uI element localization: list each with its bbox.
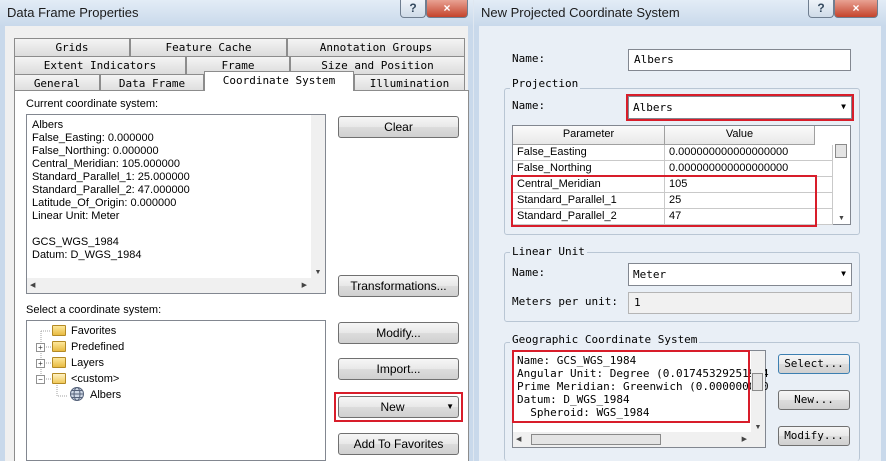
current-coordinate-system-box: Albers False_Easting: 0.000000 False_North… [26,114,326,294]
folder-icon [52,325,66,336]
clear-button[interactable]: Clear [338,116,459,138]
meters-per-unit-input[interactable]: 1 [628,292,852,314]
vertical-scrollbar[interactable]: ▼ [311,115,325,278]
modify-gcs-button[interactable]: Modify... [778,426,850,446]
help-button[interactable]: ? [400,0,426,18]
projection-name-highlight [626,94,854,121]
name-input[interactable]: Albers [628,49,851,71]
coordinate-system-tree[interactable]: Favorites + Predefined + Layers − <custo… [26,320,326,461]
window-title: Data Frame Properties [7,5,139,20]
tree-item-layers[interactable]: Layers [71,357,104,369]
current-cs-line: GCS_WGS_1984 [32,236,119,248]
transformations-button[interactable]: Transformations... [338,275,459,297]
scroll-thumb[interactable] [531,434,661,445]
modify-button[interactable]: Modify... [338,322,459,344]
table-scrollbar[interactable]: ▼ [833,126,850,224]
linear-unit-group-label: Linear Unit [510,245,587,258]
table-cell-parameter[interactable]: False_Easting [513,145,665,161]
tree-item-predefined[interactable]: Predefined [71,341,124,353]
current-cs-line: Albers [32,119,64,131]
column-header-value[interactable]: Value [665,126,815,145]
tab-coordinate-system[interactable]: Coordinate System [204,71,354,91]
add-to-favorites-button[interactable]: Add To Favorites [338,433,459,455]
current-cs-line: Latitude_Of_Origin: 0.000000 [32,197,177,209]
close-button[interactable]: × [834,0,878,18]
tab-grids[interactable]: Grids [14,38,130,56]
import-button[interactable]: Import... [338,358,459,380]
vertical-scrollbar[interactable]: ▼ [751,351,765,433]
collapse-icon[interactable]: − [36,375,45,384]
current-cs-line: False_Easting: 0.000000 [32,132,154,144]
close-button[interactable]: × [426,0,468,18]
tree-item-albers[interactable]: Albers [90,389,121,401]
projection-group-label: Projection [510,77,581,90]
select-button[interactable]: Select... [778,354,850,374]
table-cell-value[interactable]: 0.000000000000000000 [665,145,833,161]
current-cs-line: Datum: D_WGS_1984 [32,249,142,261]
tab-feature-cache[interactable]: Feature Cache [130,38,287,56]
globe-icon [70,387,84,401]
folder-icon [52,341,66,352]
folder-icon [52,357,66,368]
gcs-highlight [512,350,750,423]
horizontal-scrollbar[interactable]: ◀ ▶ [513,432,765,447]
current-cs-line: Standard_Parallel_2: 47.000000 [32,184,190,196]
scroll-thumb[interactable] [835,144,847,158]
name-label: Name: [512,52,546,65]
tab-annotation-groups[interactable]: Annotation Groups [287,38,465,56]
select-coordinate-system-label: Select a coordinate system: [26,304,162,316]
expand-icon[interactable]: + [36,359,45,368]
new-gcs-button[interactable]: New... [778,390,850,410]
current-coordinate-system-label: Current coordinate system: [26,98,159,110]
tab-extent-indicators[interactable]: Extent Indicators [14,56,186,74]
meters-per-unit-label: Meters per unit: [512,295,618,308]
scroll-thumb[interactable] [752,373,763,391]
help-button[interactable]: ? [808,0,834,18]
unit-name-select[interactable]: Meter ▼ [628,263,852,286]
current-cs-line [32,223,190,236]
current-cs-line: False_Northing: 0.000000 [32,145,159,157]
projection-name-label: Name: [512,99,546,112]
tree-item-favorites[interactable]: Favorites [71,325,116,337]
expand-icon[interactable]: + [36,343,45,352]
horizontal-scrollbar[interactable]: ◀ ▶ [27,278,325,293]
gcs-group-label: Geographic Coordinate System [510,333,700,346]
window-title: New Projected Coordinate System [481,5,680,20]
tree-item-custom[interactable]: <custom> [71,373,119,385]
column-header-parameter[interactable]: Parameter [513,126,665,145]
unit-name-label: Name: [512,266,546,279]
data-frame-properties-window: Data Frame Properties ? × Grids Feature … [0,0,473,461]
parameters-highlight [511,175,817,227]
current-cs-line: Central_Meridian: 105.000000 [32,158,180,170]
new-projected-coordinate-system-window: New Projected Coordinate System ? × Name… [474,0,886,461]
new-button-highlight [334,392,463,422]
dropdown-arrow-icon[interactable]: ▼ [841,269,846,278]
open-folder-icon [52,373,66,384]
current-cs-line: Linear Unit: Meter [32,210,120,222]
current-cs-line: Standard_Parallel_1: 25.000000 [32,171,190,183]
